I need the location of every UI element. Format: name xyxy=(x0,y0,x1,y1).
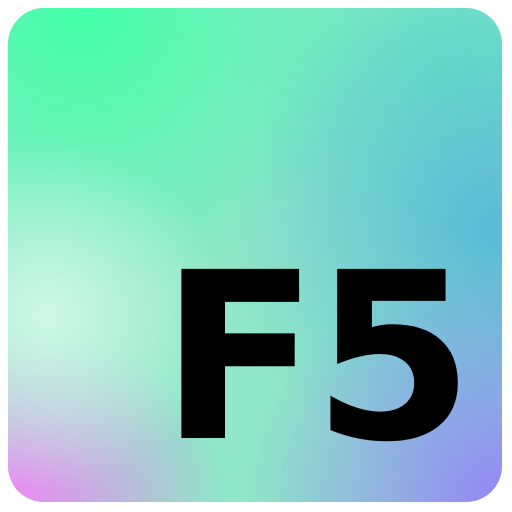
app-icon[interactable]: F5 xyxy=(8,8,502,502)
canvas: F5 xyxy=(0,0,512,512)
icon-label: F5 xyxy=(160,223,474,493)
